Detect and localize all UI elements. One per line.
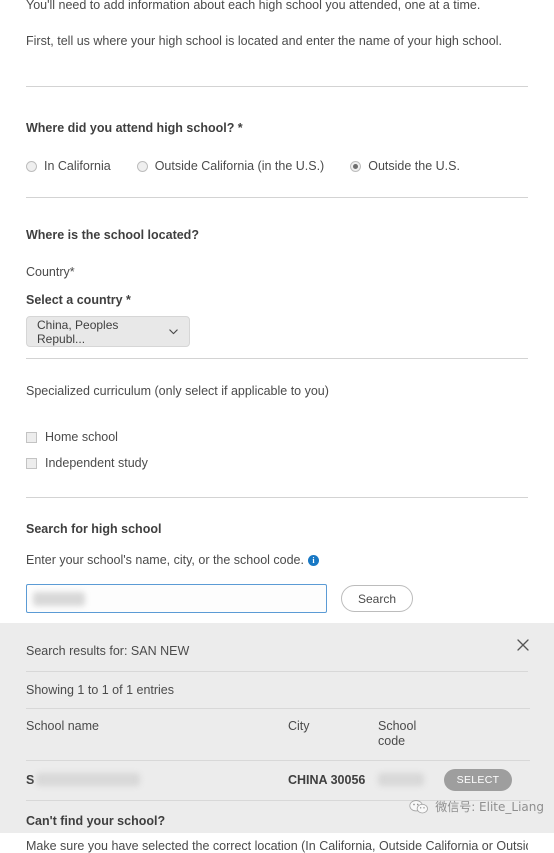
country-label: Country* bbox=[26, 265, 75, 279]
search-hint-text: Enter your school's name, city, or the s… bbox=[26, 553, 304, 567]
radio-outside-us[interactable]: Outside the U.S. bbox=[350, 159, 460, 173]
results-title: Search results for: SAN NEW bbox=[26, 644, 190, 658]
redacted-school-code bbox=[378, 773, 424, 786]
curriculum-heading: Specialized curriculum (only select if a… bbox=[26, 384, 329, 398]
school-location-section: Where is the school located? Country* Se… bbox=[0, 228, 554, 347]
country-select[interactable]: China, Peoples Republ... bbox=[26, 316, 190, 347]
redacted-school-name bbox=[36, 773, 141, 786]
checkbox-independent-study[interactable]: Independent study bbox=[26, 456, 528, 470]
radio-indicator[interactable] bbox=[136, 160, 148, 172]
results-table: School name City School code S CHINA 300… bbox=[26, 708, 530, 801]
intro-paragraph-1: You'll need to add information about eac… bbox=[26, 0, 481, 12]
checkbox-indicator[interactable] bbox=[26, 431, 37, 443]
radio-outside-california[interactable]: Outside California (in the U.S.) bbox=[136, 159, 325, 173]
checkbox-indicator[interactable] bbox=[26, 457, 37, 469]
radio-label: Outside California (in the U.S.) bbox=[154, 159, 325, 173]
radio-indicator-selected[interactable] bbox=[350, 160, 362, 172]
divider-3 bbox=[0, 358, 554, 359]
checkbox-home-school[interactable]: Home school bbox=[26, 430, 528, 444]
radio-label: Outside the U.S. bbox=[368, 159, 460, 173]
table-header-row: School name City School code bbox=[26, 708, 530, 761]
school-name-text: S bbox=[26, 773, 35, 787]
search-heading: Search for high school bbox=[26, 522, 162, 536]
divider-4 bbox=[0, 497, 554, 498]
watermark-text: 微信号: Elite_Liang bbox=[435, 800, 544, 814]
attend-location-heading: Where did you attend high school? * bbox=[26, 121, 243, 135]
select-country-label: Select a country * bbox=[26, 293, 131, 307]
radio-indicator[interactable] bbox=[26, 160, 37, 172]
high-school-form-page: You'll need to add information about eac… bbox=[0, 0, 554, 853]
results-showing-count: Showing 1 to 1 of 1 entries bbox=[26, 683, 175, 697]
search-row: Search bbox=[26, 584, 528, 613]
attend-location-radio-group[interactable]: In California Outside California (in the… bbox=[26, 159, 528, 173]
wechat-icon bbox=[409, 799, 429, 815]
column-city: City bbox=[288, 708, 378, 761]
divider-2 bbox=[0, 197, 554, 198]
checkbox-label: Independent study bbox=[45, 456, 148, 470]
cell-school-name: S bbox=[26, 760, 288, 801]
watermark: 微信号: Elite_Liang bbox=[409, 798, 544, 815]
country-select-value: China, Peoples Republ... bbox=[37, 317, 119, 346]
column-school-code: School code bbox=[378, 708, 444, 761]
info-icon[interactable]: i bbox=[308, 555, 319, 566]
search-button[interactable]: Search bbox=[341, 585, 413, 612]
column-school-name: School name bbox=[26, 708, 288, 761]
intro-paragraph-2: First, tell us where your high school is… bbox=[26, 34, 502, 48]
curriculum-section: Specialized curriculum (only select if a… bbox=[0, 384, 554, 470]
intro-section: You'll need to add information about eac… bbox=[0, 0, 554, 50]
search-section: Search for high school Enter your school… bbox=[0, 522, 554, 613]
cell-school-code bbox=[378, 760, 444, 801]
school-location-heading: Where is the school located? bbox=[26, 228, 199, 242]
attend-location-section: Where did you attend high school? * In C… bbox=[0, 121, 554, 173]
cell-city: CHINA 30056 bbox=[288, 760, 378, 801]
radio-label: In California bbox=[44, 159, 111, 173]
cell-action: SELECT bbox=[444, 760, 530, 801]
cant-find-body: Make sure you have selected the correct … bbox=[26, 839, 528, 853]
table-row: S CHINA 30056 SELECT bbox=[26, 760, 530, 801]
select-button[interactable]: SELECT bbox=[444, 769, 512, 791]
checkbox-label: Home school bbox=[45, 430, 118, 444]
close-icon[interactable] bbox=[514, 636, 532, 654]
search-input[interactable] bbox=[26, 584, 327, 613]
redacted-search-value bbox=[33, 592, 85, 606]
column-action bbox=[444, 708, 530, 761]
chevron-down-icon bbox=[168, 326, 179, 337]
divider-1 bbox=[0, 86, 554, 87]
search-hint: Enter your school's name, city, or the s… bbox=[26, 553, 528, 567]
radio-in-california[interactable]: In California bbox=[26, 159, 111, 173]
